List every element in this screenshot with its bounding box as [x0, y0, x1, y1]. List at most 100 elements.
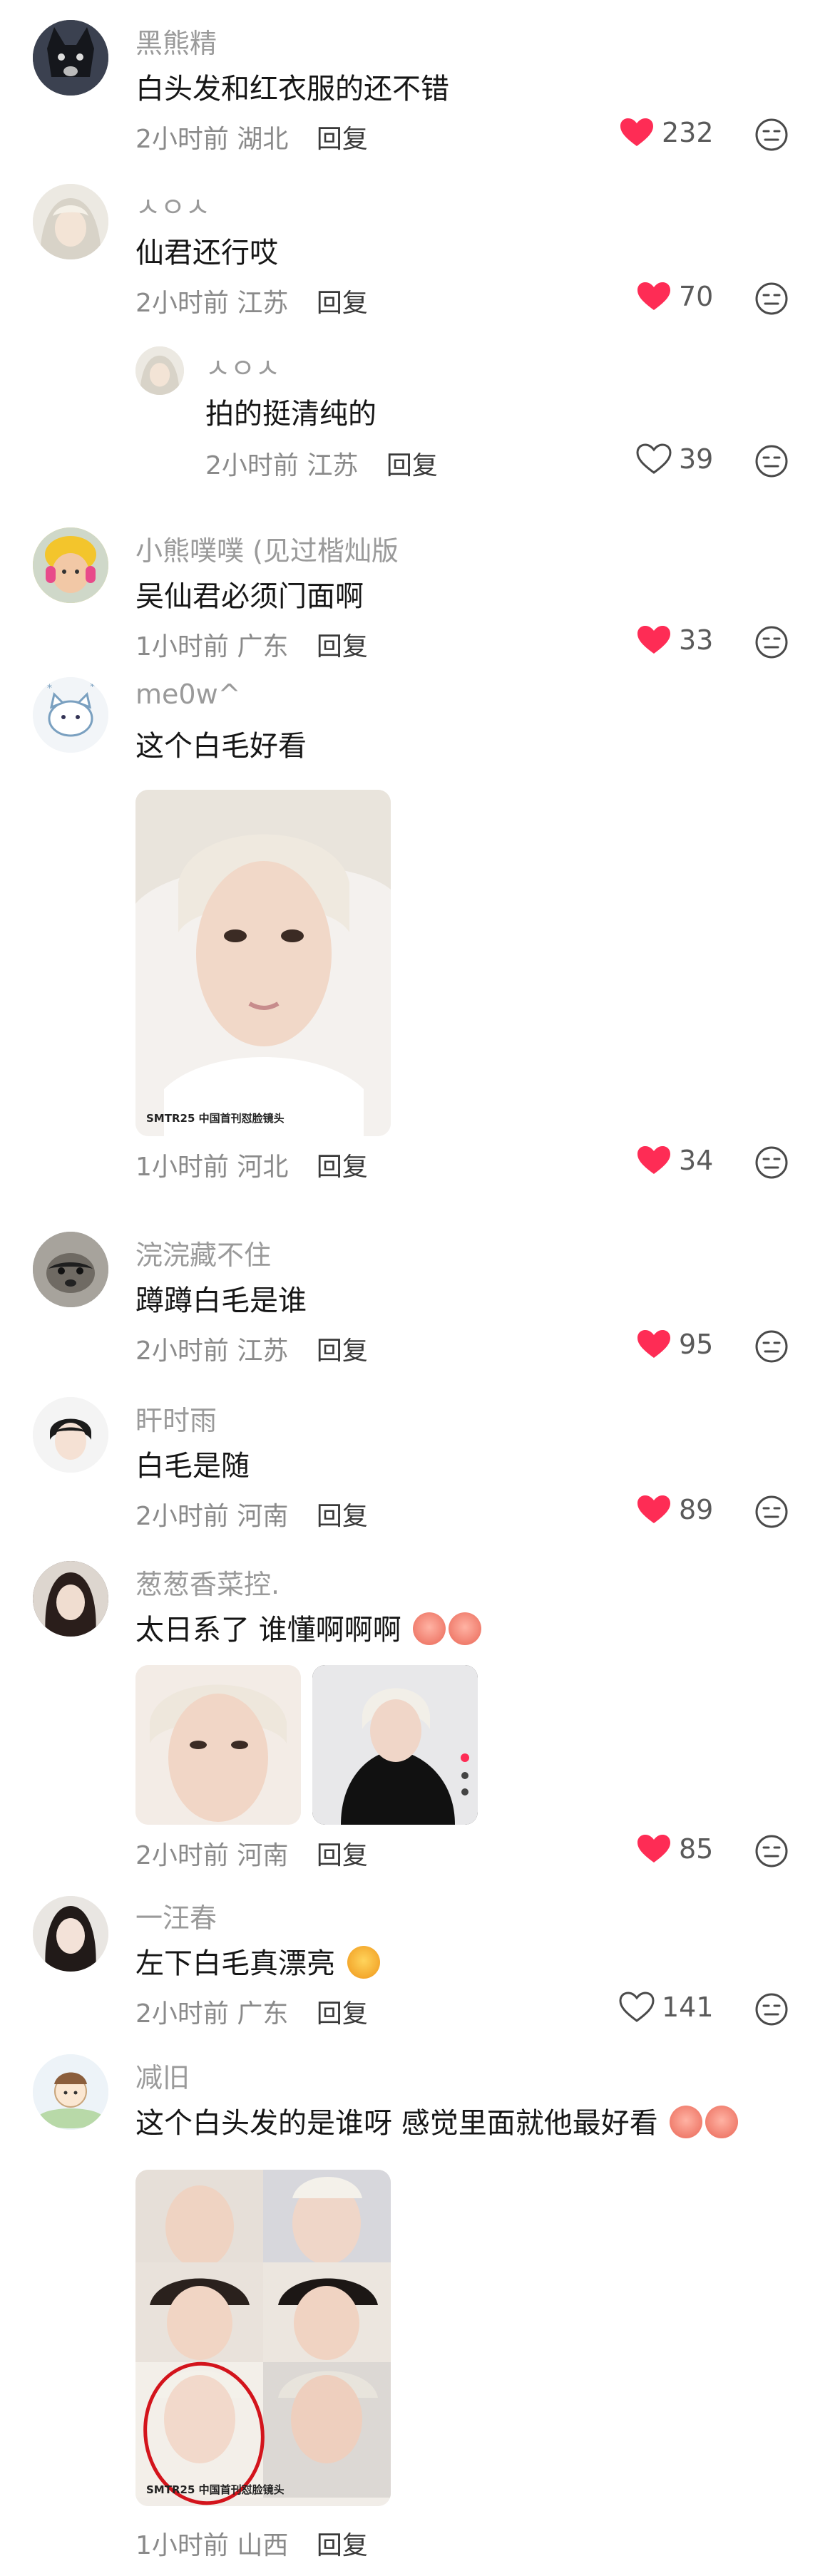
username[interactable]: 浣浣藏不住 — [135, 1233, 271, 1272]
comment-location: 广东 — [237, 1999, 289, 2029]
username[interactable]: 葱葱香菜控. — [135, 1562, 280, 1602]
avatar[interactable]: * * — [33, 677, 108, 753]
reply-item: ㅅㅇㅅ 拍的挺清纯的 2小时前 江苏 回复 39 — [0, 328, 840, 499]
username[interactable]: 减旧 — [135, 2056, 190, 2095]
comment-item: 盰时雨 白毛是随 2小时前 河南 回复 89 — [0, 1377, 840, 1541]
reply-button[interactable]: 回复 — [317, 632, 368, 661]
avatar[interactable] — [33, 1896, 108, 1972]
reply-button[interactable]: 回复 — [317, 289, 368, 318]
username[interactable]: ㅅㅇㅅ — [205, 346, 280, 386]
username[interactable]: 盰时雨 — [135, 1398, 217, 1438]
like-button[interactable]: 141 — [619, 1992, 714, 2023]
comment-text: 左下白毛真漂亮 — [135, 1940, 380, 1982]
username[interactable]: me0w^ — [135, 679, 241, 710]
comment-time: 1小时前 — [135, 632, 229, 661]
like-button[interactable]: 89 — [636, 1494, 713, 1525]
like-count: 33 — [679, 624, 714, 656]
comment-text: 白头发和红衣服的还不错 — [135, 73, 449, 105]
avatar[interactable] — [33, 1397, 108, 1473]
comment-time: 1小时前 — [135, 1153, 229, 1182]
like-count: 232 — [662, 117, 714, 148]
heart-icon — [637, 1146, 670, 1174]
comment-text: 拍的挺清纯的 — [205, 398, 377, 431]
username[interactable]: 一汪春 — [135, 1896, 217, 1935]
meh-face-icon[interactable] — [754, 624, 789, 660]
meh-face-icon[interactable] — [754, 1329, 789, 1364]
reply-button[interactable]: 回复 — [386, 451, 438, 480]
comment-meta: 2小时前 江苏 回复 — [135, 282, 368, 319]
heart-icon — [637, 1330, 670, 1358]
username[interactable]: ㅅㅇㅅ — [135, 185, 210, 225]
reply-button[interactable]: 回复 — [317, 2531, 368, 2560]
like-count: 85 — [679, 1833, 714, 1865]
comment-text: 仙君还行哎 — [135, 237, 278, 269]
comment-text: 白毛是随 — [135, 1450, 250, 1483]
like-button[interactable]: 70 — [636, 281, 713, 312]
comment-location: 山西 — [237, 2531, 289, 2560]
comment-image[interactable] — [312, 1665, 478, 1825]
username[interactable]: 小熊噗噗 (见过楷灿版 — [135, 529, 399, 568]
like-button[interactable]: 34 — [636, 1145, 713, 1176]
reply-button[interactable]: 回复 — [317, 1153, 368, 1182]
comment-text: 吴仙君必须门面啊 — [135, 580, 364, 613]
comment-text: 蹲蹲白毛是谁 — [135, 1284, 307, 1317]
avatar[interactable] — [33, 20, 108, 96]
heart-icon — [620, 118, 653, 146]
comment-image[interactable] — [135, 790, 391, 1136]
meh-face-icon[interactable] — [754, 1494, 789, 1530]
comment-meta: 2小时前 河南 回复 — [135, 1835, 368, 1872]
like-count: 95 — [679, 1329, 714, 1360]
heart-icon — [637, 282, 670, 310]
comment-location: 湖北 — [237, 125, 289, 154]
comment-item: 浣浣藏不住 蹲蹲白毛是谁 2小时前 江苏 回复 95 — [0, 1212, 840, 1376]
meh-face-icon[interactable] — [754, 117, 789, 153]
reply-button[interactable]: 回复 — [317, 1336, 368, 1366]
reply-button[interactable]: 回复 — [317, 1999, 368, 2029]
meh-face-icon[interactable] — [754, 443, 789, 479]
comment-time: 1小时前 — [135, 2531, 229, 2560]
comment-meta: 1小时前 山西 回复 — [135, 2525, 368, 2562]
comment-location: 江苏 — [307, 451, 359, 480]
heart-icon — [637, 1495, 670, 1523]
reply-button[interactable]: 回复 — [317, 1502, 368, 1531]
like-button[interactable]: 33 — [636, 624, 713, 656]
avatar[interactable] — [135, 346, 184, 395]
avatar[interactable] — [33, 184, 108, 259]
like-button[interactable]: 39 — [636, 443, 713, 475]
like-button[interactable]: 95 — [636, 1329, 713, 1360]
comment-text-body: 这个白头发的是谁呀 感觉里面就他最好看 — [135, 2107, 658, 2140]
comment-item: * * me0w^ 这个白毛好看 SMTR25 中国首刊怼脸镜头 1小时前 河北 … — [0, 663, 840, 1182]
comment-item: 葱葱香菜控. 太日系了 谁懂啊啊啊 2小时前 河南 回复 85 — [0, 1542, 840, 1877]
crying-face-icon — [670, 2106, 703, 2138]
username[interactable]: 黑熊精 — [135, 21, 217, 61]
comment-location: 河南 — [237, 1502, 289, 1531]
comment-location: 广东 — [237, 632, 289, 661]
comment-time: 2小时前 — [135, 125, 229, 154]
comment-image[interactable] — [135, 1665, 301, 1825]
comment-time: 2小时前 — [205, 451, 299, 480]
comment-text: 太日系了 谁懂啊啊啊 — [135, 1607, 482, 1648]
meh-face-icon[interactable] — [754, 1833, 789, 1869]
meh-face-icon[interactable] — [754, 1992, 789, 2027]
comment-text-body: 太日系了 谁懂啊啊啊 — [135, 1614, 401, 1647]
like-button[interactable]: 85 — [636, 1833, 713, 1865]
comment-location: 江苏 — [237, 289, 289, 318]
like-button[interactable]: 232 — [619, 117, 714, 148]
reply-button[interactable]: 回复 — [317, 125, 368, 154]
meh-face-icon[interactable] — [754, 1145, 789, 1180]
avatar[interactable] — [33, 2054, 108, 2130]
meh-face-icon[interactable] — [754, 281, 789, 316]
comment-meta: 2小时前 河南 回复 — [135, 1495, 368, 1532]
like-count: 89 — [679, 1494, 714, 1525]
comment-text-body: 左下白毛真漂亮 — [135, 1947, 335, 1980]
avatar[interactable] — [33, 527, 108, 603]
avatar[interactable] — [33, 1561, 108, 1637]
like-count: 34 — [679, 1145, 714, 1176]
like-count: 39 — [679, 443, 714, 475]
like-count: 70 — [679, 281, 714, 312]
comment-item: 小熊噗噗 (见过楷灿版 吴仙君必须门面啊 1小时前 广东 回复 33 — [0, 508, 840, 671]
comment-image[interactable] — [135, 2170, 391, 2506]
comment-location: 河南 — [237, 1841, 289, 1870]
avatar[interactable] — [33, 1232, 108, 1307]
reply-button[interactable]: 回复 — [317, 1841, 368, 1870]
